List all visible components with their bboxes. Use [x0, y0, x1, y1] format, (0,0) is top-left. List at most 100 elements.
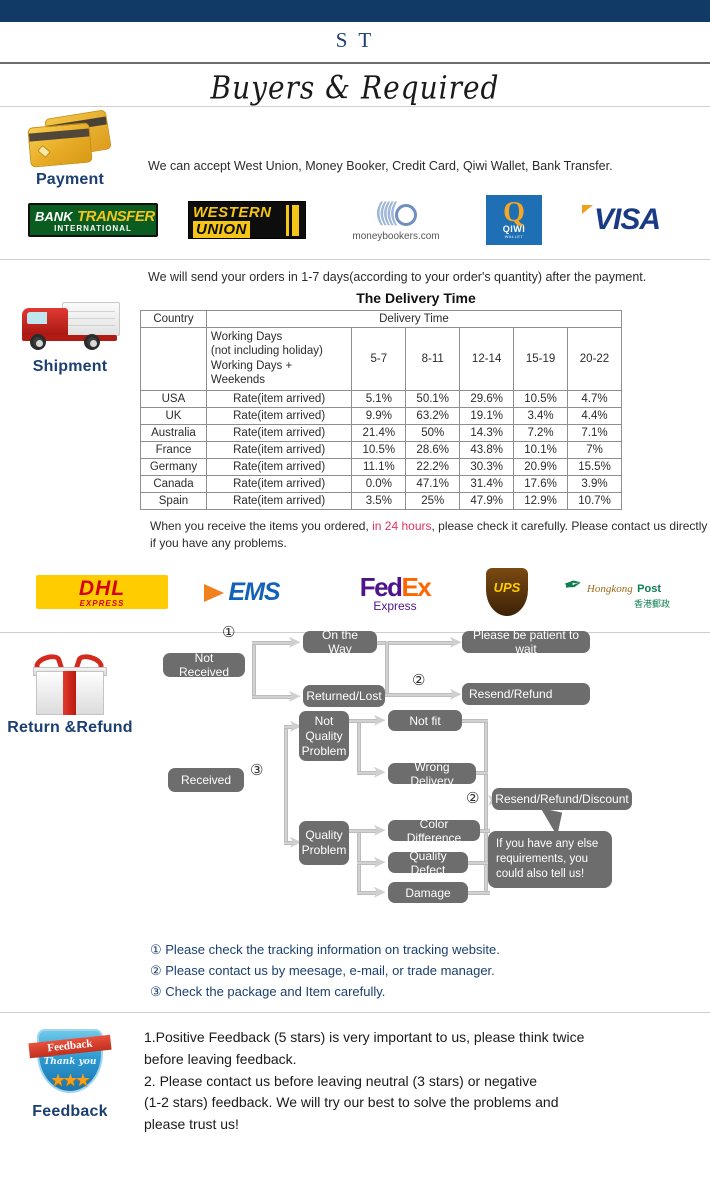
- feedback-text: 1.Positive Feedback (5 stars) is very im…: [140, 1027, 614, 1135]
- feedback-line-1: 1.Positive Feedback (5 stars) is very im…: [144, 1029, 585, 1046]
- flow-conn-nr-v: [252, 641, 256, 700]
- flow-quality-problem: Quality Problem: [299, 821, 349, 866]
- cell-country: Germany: [140, 457, 207, 476]
- cell-value: 3.4%: [513, 406, 568, 425]
- check-note-part1: When you receive the items you ordered,: [150, 518, 373, 533]
- feedback-badge-thanks: Thank you: [43, 1057, 97, 1068]
- table-row: Germany Rate(item arrived) 11.1% 22.2% 30.3%…: [140, 457, 622, 476]
- visa-name: VISA: [593, 203, 661, 236]
- th-country: Country: [140, 310, 207, 328]
- flow-conn-nq-v: [357, 719, 361, 776]
- bank-transfer-word-transfer: TRANSFER: [77, 208, 155, 225]
- cell-rate-label: Rate(item arrived): [205, 457, 353, 476]
- speech-bubble-text: If you have any else requirements, you c…: [496, 838, 599, 881]
- fedex-logo: FedEx Express: [340, 572, 450, 613]
- bank-transfer-logo: BANK TRANSFER INTERNATIONAL: [28, 203, 158, 237]
- cell-value: 19.1%: [459, 406, 515, 425]
- moneybookers-arcs-icon: (((((: [336, 198, 456, 229]
- qiwi-name: QIWI WALLET: [486, 224, 542, 239]
- cell-value: 25%: [405, 491, 461, 510]
- ems-name: EMS: [228, 577, 280, 606]
- dhl-sub: EXPRESS: [79, 599, 125, 609]
- flow-not-quality-problem: Not Quality Problem: [299, 711, 349, 762]
- ups-logo: UPS: [486, 568, 528, 617]
- flow-arrow-damage: ➤: [373, 884, 386, 902]
- flow-conn-dmg-r: [468, 891, 490, 896]
- brand-area: S T: [0, 22, 710, 62]
- feedback-label: Feedback: [32, 1103, 108, 1121]
- flow-arrow-resend-refund: ➤: [449, 686, 462, 704]
- flow-conn-nf-r: [462, 719, 488, 724]
- truck-icon: [18, 298, 122, 356]
- table-row: USA Rate(item arrived) 5.1% 50.1% 29.6% 10.5%…: [140, 389, 622, 408]
- cell-country: Spain: [140, 491, 207, 510]
- fedex-sub: Express: [373, 598, 417, 613]
- cell-value: 10.5%: [351, 440, 407, 459]
- shipment-section: We will send your orders in 1-7 days(acc…: [0, 260, 710, 632]
- feedback-shield-icon: Feedback Thank you ★★★: [27, 1027, 113, 1101]
- carrier-logos: DHL EXPRESS EMS FedEx Express UPS ✒ Hong…: [0, 552, 710, 632]
- flow-conn-right-v: [484, 719, 488, 800]
- flow-arrow-on-the-way: ➤: [288, 634, 301, 652]
- cell-value: 63.2%: [405, 406, 461, 425]
- flow-marker-3: ③: [250, 762, 264, 780]
- delivery-table-wrap: The Delivery Time Country Delivery Time Wo…: [140, 290, 710, 510]
- feedback-line-4: (1-2 stars) feedback. We will try our be…: [144, 1094, 559, 1111]
- cell-country: France: [140, 440, 207, 459]
- payment-section: Payment We can accept West Union, Money …: [0, 107, 710, 259]
- payment-row: Payment We can accept West Union, Money …: [0, 107, 710, 189]
- brand-logo: S T: [335, 28, 375, 52]
- table-row: UK Rate(item arrived) 9.9% 63.2% 19.1% 3.4% 4.…: [140, 406, 622, 425]
- shipment-icon-label: Shipment: [0, 290, 140, 510]
- flow-arrow-please-wait: ➤: [449, 634, 462, 652]
- cell-value: 7%: [567, 440, 622, 459]
- top-navy-bar: [0, 0, 710, 22]
- feedback-section: Feedback Thank you ★★★ Feedback 1.Positi…: [0, 1013, 710, 1145]
- bank-transfer-word-international: INTERNATIONAL: [54, 224, 132, 233]
- bank-transfer-word-bank: BANK: [35, 209, 73, 224]
- hongkong-post-bird-icon: ✒: [561, 570, 585, 599]
- cell-value: 0.0%: [351, 474, 407, 493]
- cell-value: 17.6%: [513, 474, 568, 493]
- flow-marker-2b: ②: [466, 790, 480, 808]
- cell-value: 4.7%: [567, 389, 622, 408]
- feedback-line-3: 2. Please contact us before leaving neut…: [144, 1072, 537, 1089]
- flow-wrong-delivery: Wrong Delivery: [388, 760, 476, 788]
- moneybookers-name: moneybookers.com: [336, 231, 456, 242]
- cell-value: 28.6%: [405, 440, 461, 459]
- cell-value: 20.9%: [513, 457, 568, 476]
- ems-triangle-icon: [204, 583, 224, 602]
- th-delivery-time: Delivery Time: [205, 310, 623, 328]
- cell-value: 21.4%: [351, 423, 407, 442]
- cell-value: 14.3%: [459, 423, 515, 442]
- cell-rate-label: Rate(item arrived): [205, 406, 353, 425]
- cell-value: 15.5%: [567, 457, 622, 476]
- cell-value: 30.3%: [459, 457, 515, 476]
- cell-value: 31.4%: [459, 474, 515, 493]
- flow-arrow-color-difference: ➤: [373, 822, 386, 840]
- cell-rate-label: Rate(item arrived): [205, 423, 353, 442]
- cell-value: 50%: [405, 423, 461, 442]
- cell-value: 47.9%: [459, 491, 515, 510]
- cell-value: 3.9%: [567, 474, 622, 493]
- moneybookers-word: moneybookers: [352, 231, 418, 242]
- flow-arrow-quality-defect: ➤: [373, 854, 386, 872]
- cell-value: 12.9%: [513, 491, 568, 510]
- th-bucket-4: 20-22: [567, 327, 622, 391]
- shipment-row: Shipment The Delivery Time Country Delive…: [0, 290, 710, 510]
- page-title: Buyers & Required: [210, 69, 500, 107]
- cell-value: 7.1%: [567, 423, 622, 442]
- cell-value: 4.4%: [567, 406, 622, 425]
- cell-value: 10.1%: [513, 440, 568, 459]
- flow-on-the-way: On the Way: [303, 628, 377, 656]
- flow-resend-refund: Resend/Refund: [462, 683, 590, 706]
- cell-value: 3.5%: [351, 491, 407, 510]
- flow-returned-lost: Returned/Lost: [303, 685, 385, 708]
- flow-please-wait: Please be patient to wait: [462, 628, 590, 656]
- dhl-name: DHL: [78, 577, 126, 601]
- flow-conn-mid-v: [385, 641, 389, 697]
- returns-note-1: ① Please check the tracking information …: [150, 942, 500, 958]
- flow-conn-rcv-v: [284, 725, 288, 846]
- returns-note-3: ③ Check the package and Item carefully.: [150, 984, 386, 1000]
- delivery-time-table: Country Delivery Time Working Days (not inc…: [140, 310, 623, 510]
